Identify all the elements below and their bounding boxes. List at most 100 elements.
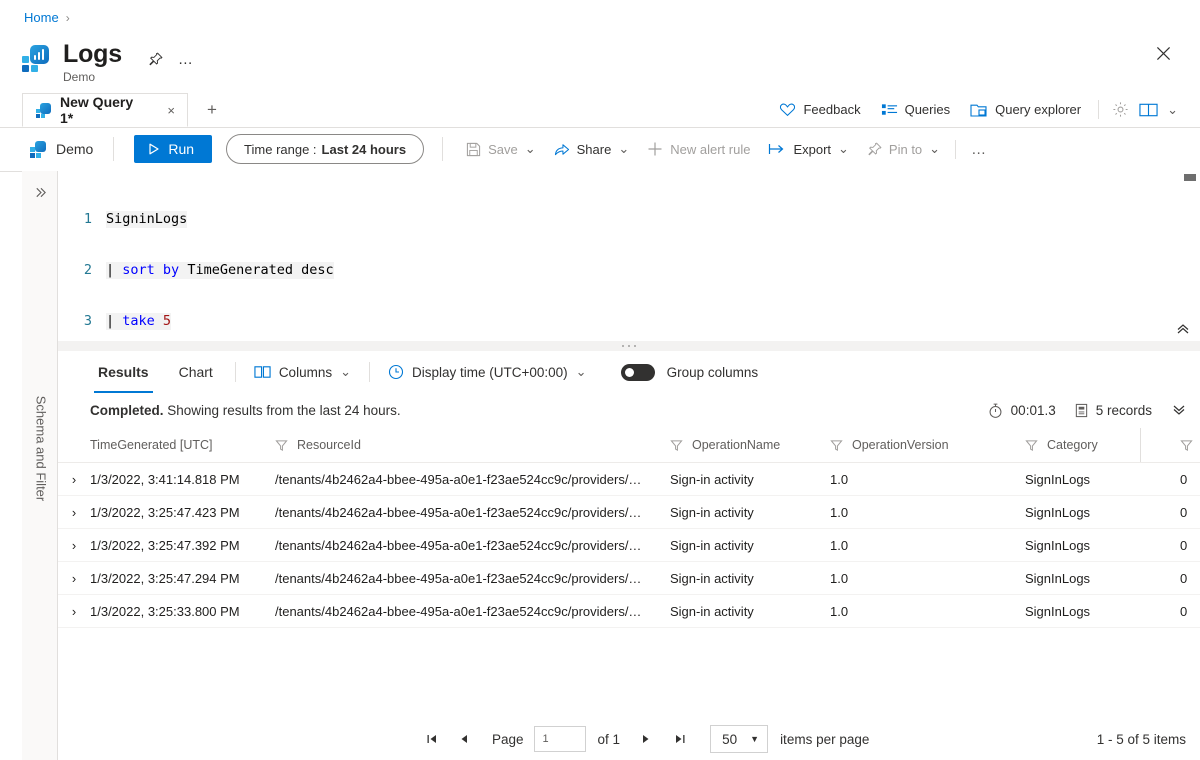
close-icon[interactable]: × bbox=[163, 101, 179, 120]
prev-page-button[interactable] bbox=[450, 725, 478, 753]
filter-icon[interactable] bbox=[830, 439, 843, 452]
status-text: Completed. Showing results from the last… bbox=[90, 403, 401, 418]
feedback-button[interactable]: Feedback bbox=[769, 94, 870, 126]
more-commands-button[interactable]: … bbox=[962, 134, 996, 164]
workspace-icon bbox=[30, 141, 46, 158]
table-row[interactable]: › 1/3/2022, 3:25:33.800 PM /tenants/4b24… bbox=[58, 594, 1200, 628]
display-time-button[interactable]: Display time (UTC+00:00) ⌄ bbox=[384, 357, 591, 387]
filter-icon[interactable] bbox=[275, 439, 288, 452]
query-code[interactable]: 1 SigninLogs 2 | sort by TimeGenerated des… bbox=[58, 177, 334, 341]
ellipsis-icon[interactable]: … bbox=[173, 46, 199, 72]
tab-results[interactable]: Results bbox=[90, 352, 157, 393]
status-meta: 00:01.3 5 records bbox=[988, 403, 1186, 419]
time-range-picker[interactable]: Time range : Last 24 hours bbox=[226, 134, 425, 164]
divider bbox=[1098, 100, 1100, 119]
row-expand-toggle[interactable]: › bbox=[58, 495, 90, 529]
row-expand-toggle[interactable]: › bbox=[58, 528, 90, 562]
row-expand-toggle[interactable]: › bbox=[58, 561, 90, 595]
code-line: 3 | take 5 bbox=[58, 313, 334, 330]
code-line: 1 SigninLogs bbox=[58, 211, 334, 228]
export-button[interactable]: Export ⌄ bbox=[759, 134, 857, 164]
pagination-controls: Page 1 of 1 50 ▼ items per page bbox=[418, 725, 869, 753]
logs-blade: Home › Logs Demo … New Query 1* × + Feed… bbox=[0, 0, 1200, 760]
share-button[interactable]: Share ⌄ bbox=[545, 134, 639, 164]
column-header-resulttype[interactable]: Resu bbox=[1180, 428, 1200, 463]
add-query-tab-button[interactable]: + bbox=[200, 98, 224, 122]
run-button[interactable]: Run bbox=[134, 135, 213, 163]
columns-icon bbox=[254, 365, 271, 379]
filter-icon[interactable] bbox=[1025, 439, 1038, 452]
save-icon bbox=[466, 142, 481, 157]
page-number-input[interactable]: 1 bbox=[533, 726, 586, 752]
page-size-select[interactable]: 50 ▼ bbox=[710, 725, 769, 753]
ellipsis-icon: … bbox=[971, 140, 988, 158]
chevron-down-icon: ⌄ bbox=[340, 364, 351, 379]
next-page-button[interactable] bbox=[632, 725, 660, 753]
cell-category: SignInLogs bbox=[1025, 594, 1180, 628]
column-header-operationname[interactable]: OperationName bbox=[670, 428, 830, 463]
cell-operationversion: 1.0 bbox=[830, 561, 1025, 595]
results-table-container[interactable]: TimeGenerated [UTC] ResourceId Operation… bbox=[58, 428, 1200, 718]
feedback-label: Feedback bbox=[803, 102, 861, 117]
display-time-label: Display time (UTC+00:00) bbox=[412, 364, 568, 380]
query-explorer-label: Query explorer bbox=[995, 102, 1082, 117]
query-tab-new-query-1[interactable]: New Query 1* × bbox=[22, 93, 188, 127]
play-icon bbox=[148, 143, 160, 155]
table-row[interactable]: › 1/3/2022, 3:41:14.818 PM /tenants/4b24… bbox=[58, 462, 1200, 496]
filter-icon[interactable] bbox=[1180, 439, 1193, 452]
row-expand-toggle[interactable]: › bbox=[58, 594, 90, 628]
reading-pane-button[interactable]: ⌄ bbox=[1135, 94, 1182, 126]
chevron-double-down-icon[interactable] bbox=[1172, 404, 1186, 417]
column-header-category[interactable]: Category bbox=[1025, 428, 1180, 463]
close-icon[interactable] bbox=[1148, 38, 1178, 68]
editor-scrollbar[interactable] bbox=[1184, 174, 1196, 181]
group-columns-toggle[interactable] bbox=[620, 363, 655, 381]
queries-button[interactable]: Queries bbox=[871, 94, 961, 126]
workspace-scope[interactable]: Demo bbox=[30, 141, 93, 158]
page-title: Logs bbox=[63, 40, 122, 68]
column-header-timegenerated[interactable]: TimeGenerated [UTC] bbox=[90, 428, 275, 463]
pin-to-button[interactable]: Pin to ⌄ bbox=[858, 134, 949, 164]
chevron-double-right-icon[interactable] bbox=[22, 179, 58, 205]
query-explorer-button[interactable]: Query explorer bbox=[960, 94, 1091, 126]
folder-window-icon bbox=[970, 102, 988, 118]
table-row[interactable]: › 1/3/2022, 3:25:47.392 PM /tenants/4b24… bbox=[58, 528, 1200, 562]
schema-filter-rail[interactable]: Schema and Filter bbox=[22, 171, 58, 760]
settings-button[interactable] bbox=[1106, 94, 1135, 126]
line-number: 3 bbox=[83, 313, 92, 329]
cell-operationversion: 1.0 bbox=[830, 462, 1025, 496]
chevron-down-icon: ▼ bbox=[750, 734, 760, 744]
command-bar: Demo Run Time range : Last 24 hours Save… bbox=[0, 127, 1200, 172]
breadcrumb-item-home[interactable]: Home bbox=[24, 10, 59, 25]
columns-button[interactable]: Columns ⌄ bbox=[250, 357, 355, 387]
cell-timegenerated: 1/3/2022, 3:25:47.392 PM bbox=[90, 528, 275, 562]
page-label: Page bbox=[492, 731, 524, 747]
cell-resulttype: 0 bbox=[1180, 462, 1200, 496]
pin-icon[interactable] bbox=[143, 46, 169, 72]
chevron-down-icon: ⌄ bbox=[1167, 101, 1178, 117]
column-label: OperationVersion bbox=[852, 438, 949, 452]
filter-icon[interactable] bbox=[670, 439, 683, 452]
column-header-resourceid[interactable]: ResourceId bbox=[275, 428, 670, 463]
table-row[interactable]: › 1/3/2022, 3:25:47.423 PM /tenants/4b24… bbox=[58, 495, 1200, 529]
heart-icon bbox=[779, 101, 796, 118]
column-header-operationversion[interactable]: OperationVersion bbox=[830, 428, 1025, 463]
query-editor[interactable]: 1 SigninLogs 2 | sort by TimeGenerated des… bbox=[58, 171, 1200, 341]
first-page-button[interactable] bbox=[418, 725, 446, 753]
cell-timegenerated: 1/3/2022, 3:25:47.423 PM bbox=[90, 495, 275, 529]
table-row[interactable]: › 1/3/2022, 3:25:47.294 PM /tenants/4b24… bbox=[58, 561, 1200, 595]
tab-chart[interactable]: Chart bbox=[171, 352, 221, 393]
cell-resourceid: /tenants/4b2462a4-bbee-495a-a0e1-f23ae52… bbox=[275, 594, 670, 628]
time-range-label: Time range : bbox=[244, 141, 317, 157]
last-page-button[interactable] bbox=[666, 725, 694, 753]
chevron-down-icon: ⌄ bbox=[838, 141, 849, 156]
new-alert-rule-button[interactable]: New alert rule bbox=[638, 134, 759, 164]
chevron-down-icon: ⌄ bbox=[524, 141, 536, 156]
row-expand-toggle[interactable]: › bbox=[58, 462, 90, 496]
panel-splitter[interactable] bbox=[58, 341, 1200, 351]
save-button[interactable]: Save ⌄ bbox=[457, 134, 545, 164]
cell-resourceid: /tenants/4b2462a4-bbee-495a-a0e1-f23ae52… bbox=[275, 495, 670, 529]
results-status-bar: Completed. Showing results from the last… bbox=[58, 393, 1200, 429]
code-line: 2 | sort by TimeGenerated desc bbox=[58, 262, 334, 279]
chevron-double-up-icon[interactable] bbox=[1176, 322, 1190, 335]
